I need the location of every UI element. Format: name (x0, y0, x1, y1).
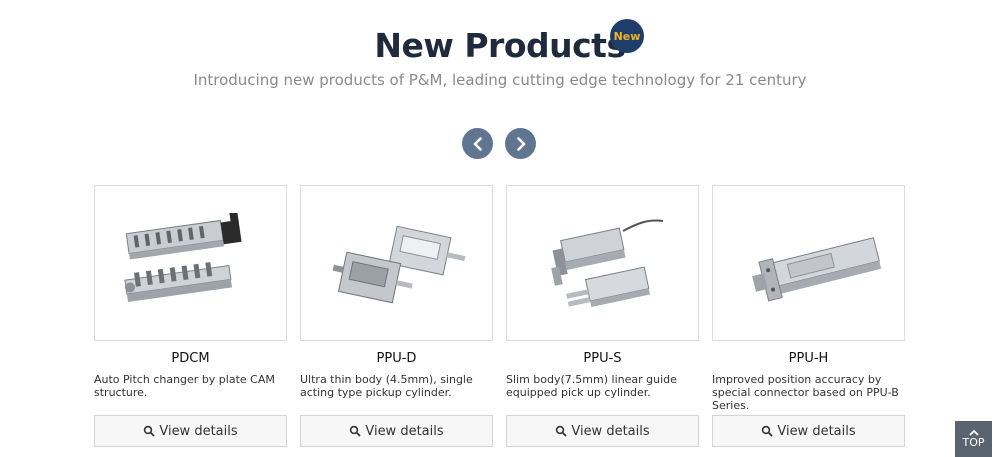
view-details-button[interactable]: View details (94, 415, 287, 447)
product-description: Slim body(7.5mm) linear guide equipped p… (506, 373, 677, 399)
product-description: Auto Pitch changer by plate CAM structur… (94, 373, 275, 399)
product-image-frame[interactable] (94, 185, 287, 341)
product-name[interactable]: PDCM (94, 350, 287, 368)
search-icon (144, 425, 155, 437)
new-badge: New (610, 19, 644, 53)
product-card-ppu-s: PPU-S Slim body(7.5mm) linear guide equi… (506, 185, 699, 447)
search-icon (762, 425, 773, 437)
page-subtitle: Introducing new products of P&M, leading… (193, 71, 807, 89)
search-icon (556, 425, 567, 437)
product-image-ppu-d (332, 225, 465, 304)
chevron-right-icon (516, 136, 525, 151)
view-details-button[interactable]: View details (300, 415, 493, 447)
view-details-label: View details (365, 423, 444, 439)
chevron-left-icon (473, 136, 482, 151)
product-image-ppu-h (751, 237, 881, 302)
product-image-frame[interactable] (300, 185, 493, 341)
product-description: Ultra thin body (4.5mm), single acting t… (300, 373, 473, 399)
scroll-to-top-button[interactable]: TOP (955, 421, 992, 457)
search-icon (350, 425, 361, 437)
product-image-ppu-s (550, 219, 663, 307)
product-card-ppu-h: PPU-H Improved position accuracy by spec… (712, 185, 905, 447)
product-image-pdcm (123, 213, 242, 302)
view-details-button[interactable]: View details (506, 415, 699, 447)
product-image-frame[interactable] (506, 185, 699, 341)
top-label: TOP (962, 436, 985, 449)
carousel-prev-button[interactable] (462, 128, 493, 159)
view-details-button[interactable]: View details (712, 415, 905, 447)
view-details-label: View details (571, 423, 650, 439)
chevron-up-icon (968, 429, 979, 436)
page-title: New Products (374, 26, 626, 65)
product-name[interactable]: PPU-D (300, 350, 493, 368)
product-description: Improved position accuracy by special co… (712, 373, 899, 412)
view-details-label: View details (777, 423, 856, 439)
product-name[interactable]: PPU-H (712, 350, 905, 368)
product-card-ppu-d: PPU-D Ultra thin body (4.5mm), single ac… (300, 185, 493, 447)
product-image-frame[interactable] (712, 185, 905, 341)
carousel-next-button[interactable] (505, 128, 536, 159)
view-details-label: View details (159, 423, 238, 439)
product-card-pdcm: PDCM Auto Pitch changer by plate CAM str… (94, 185, 287, 447)
product-name[interactable]: PPU-S (506, 350, 699, 368)
